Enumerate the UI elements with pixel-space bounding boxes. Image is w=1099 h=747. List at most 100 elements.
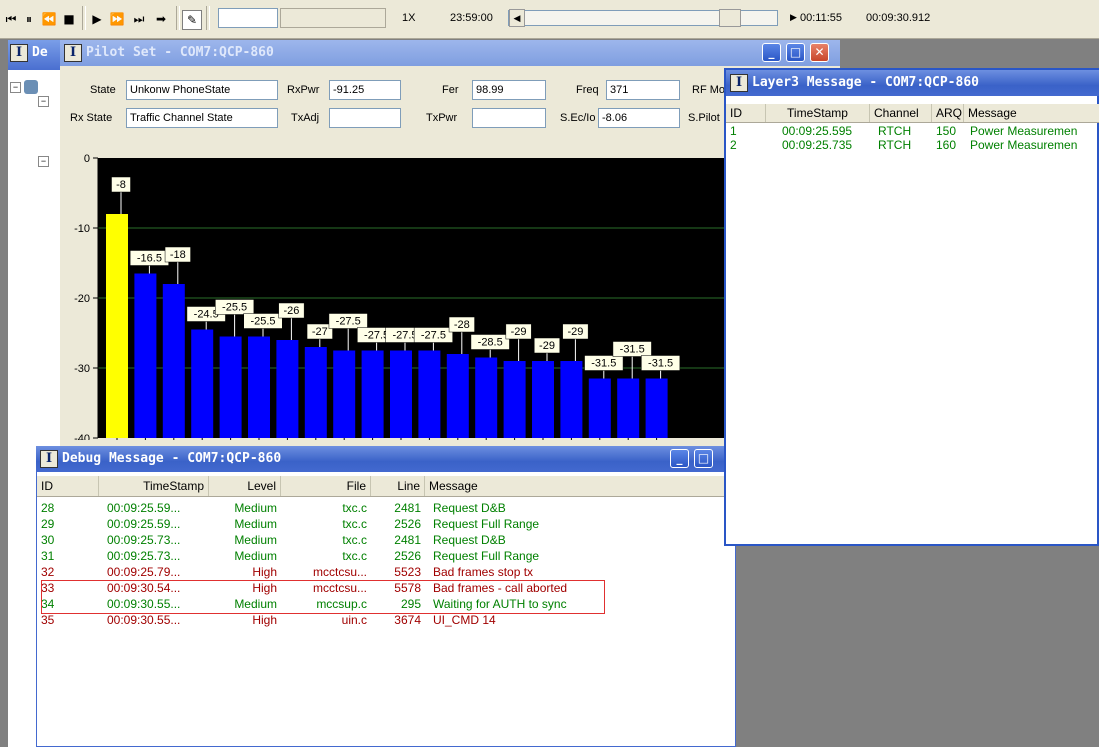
tree-expand-icon[interactable]: − bbox=[10, 82, 21, 93]
tree-window-titlebar[interactable]: I De bbox=[8, 40, 68, 70]
layer3-titlebar[interactable]: I Layer3 Message - COM7:QCP-860 bbox=[726, 70, 1099, 96]
stop-icon[interactable]: ■ bbox=[60, 10, 78, 28]
goto-icon[interactable]: ➡ bbox=[152, 10, 170, 28]
table-cell-id: 35 bbox=[41, 613, 55, 627]
elapsed-time: 00:11:55 bbox=[800, 12, 843, 24]
column-header-line[interactable]: Line bbox=[371, 476, 425, 496]
table-cell-file: txc.c bbox=[342, 533, 367, 547]
toolbar-separator bbox=[176, 6, 180, 30]
table-cell-level: High bbox=[252, 581, 277, 595]
timeline-scrollbar[interactable]: ◀ bbox=[508, 9, 778, 27]
column-header-id[interactable]: ID bbox=[37, 476, 99, 496]
pause-icon[interactable]: ⏸ bbox=[20, 10, 38, 28]
speed-slider[interactable] bbox=[280, 8, 386, 28]
column-header-file[interactable]: File bbox=[281, 476, 371, 496]
column-header-id[interactable]: ID bbox=[726, 104, 766, 122]
debug-list[interactable]: 28 00:09:25.59... Medium txc.c 2481 Request D… bbox=[37, 500, 735, 700]
column-header-message[interactable]: Message bbox=[964, 104, 1099, 122]
toolbar-separator bbox=[206, 6, 210, 30]
maximize-icon[interactable]: □ bbox=[786, 43, 805, 62]
table-cell-line: 2481 bbox=[394, 533, 421, 547]
table-cell-file: uin.c bbox=[341, 613, 367, 627]
step-icon[interactable]: ⏭ bbox=[130, 10, 148, 28]
debug-title: Debug Message - COM7:QCP-860 bbox=[62, 451, 282, 466]
table-row[interactable]: 31 00:09:25.73... Medium txc.c 2526 Request F… bbox=[37, 548, 735, 564]
minimize-icon[interactable]: _ bbox=[762, 43, 781, 62]
rxpwr-field[interactable]: -91.25 bbox=[329, 80, 401, 100]
pen-icon[interactable]: ✎ bbox=[182, 10, 202, 30]
scroll-left-icon[interactable]: ◀ bbox=[509, 9, 525, 27]
first-icon[interactable]: ⏮ bbox=[2, 10, 20, 28]
chart-bar bbox=[475, 357, 498, 438]
table-row[interactable]: 29 00:09:25.59... Medium txc.c 2526 Request F… bbox=[37, 516, 735, 532]
table-cell-line: 5523 bbox=[394, 565, 421, 579]
pilot-strength-chart: 0-10-20-30-40-8-16.5 -18-24.5-25.5-25.5-2… bbox=[74, 153, 738, 440]
speed-slider-left[interactable] bbox=[218, 8, 278, 28]
table-cell-ts: 00:09:25.735 bbox=[782, 138, 853, 152]
chart-bar bbox=[304, 347, 327, 438]
chart-bar bbox=[361, 350, 384, 438]
table-cell-level: High bbox=[252, 565, 277, 579]
chart-bar bbox=[162, 284, 185, 438]
table-cell-id: 34 bbox=[41, 597, 55, 611]
table-cell-msg: Bad frames stop tx bbox=[433, 565, 534, 579]
chart-y-tick-label: -40 bbox=[74, 433, 90, 440]
close-icon[interactable]: ✕ bbox=[810, 43, 829, 62]
table-cell-file: mccsup.c bbox=[316, 597, 367, 611]
layer3-list-header: ID TimeStamp Channel ARQ Message bbox=[726, 104, 1099, 123]
state-field[interactable]: Unkonw PhoneState bbox=[126, 80, 278, 100]
fast-forward-icon[interactable]: ⏩ bbox=[108, 10, 126, 28]
tree-expand-icon[interactable]: − bbox=[38, 156, 49, 167]
table-row[interactable]: 2 00:09:25.735 RTCH 160 Power Measuremen bbox=[726, 138, 1099, 152]
table-row[interactable]: 28 00:09:25.59... Medium txc.c 2481 Request D… bbox=[37, 500, 735, 516]
play-icon[interactable]: ▶ bbox=[88, 10, 106, 28]
secio-label: S.Ec/Io bbox=[560, 112, 596, 124]
column-header-channel[interactable]: Channel bbox=[870, 104, 932, 122]
table-row[interactable]: 1 00:09:25.595 RTCH 150 Power Measuremen bbox=[726, 124, 1099, 138]
column-header-message[interactable]: Message bbox=[425, 476, 735, 496]
maximize-icon[interactable]: □ bbox=[694, 449, 713, 468]
txadj-field[interactable] bbox=[329, 108, 401, 128]
chart-data-label: -24.5 bbox=[194, 309, 219, 321]
table-cell-level: Medium bbox=[234, 501, 277, 515]
play-marker-icon: ▶ bbox=[790, 12, 797, 22]
column-header-level[interactable]: Level bbox=[209, 476, 281, 496]
chart-data-label: -26 bbox=[283, 305, 299, 317]
freq-field[interactable]: 371 bbox=[606, 80, 680, 100]
table-row[interactable]: 32 00:09:25.79... High mcctcsu... 5523 Bad fr… bbox=[37, 564, 735, 580]
table-cell-file: txc.c bbox=[342, 501, 367, 515]
chart-bar bbox=[276, 340, 299, 438]
chart-bar bbox=[248, 336, 270, 438]
freq-label: Freq bbox=[576, 84, 599, 96]
txpwr-label: TxPwr bbox=[426, 112, 458, 124]
column-header-timestamp[interactable]: TimeStamp bbox=[766, 104, 870, 122]
chart-data-label: -28 bbox=[454, 319, 470, 331]
fer-field[interactable]: 98.99 bbox=[472, 80, 546, 100]
table-cell-msg: Request D&B bbox=[433, 533, 506, 547]
speed-label: 1X bbox=[402, 12, 416, 24]
table-cell-id: 33 bbox=[41, 581, 55, 595]
fer-label: Fer bbox=[442, 84, 459, 96]
rewind-icon[interactable]: ⏪ bbox=[40, 10, 58, 28]
rxstate-field[interactable]: Traffic Channel State bbox=[126, 108, 278, 128]
column-header-arq[interactable]: ARQ bbox=[932, 104, 964, 122]
txpwr-field[interactable] bbox=[472, 108, 546, 128]
minimize-icon[interactable]: _ bbox=[670, 449, 689, 468]
timestamp-label: 00:09:30.912 bbox=[866, 12, 931, 24]
pilot-set-titlebar[interactable]: I Pilot Set - COM7:QCP-860 _ □ ✕ bbox=[60, 40, 840, 66]
table-cell-file: txc.c bbox=[342, 517, 367, 531]
chart-y-tick-label: -10 bbox=[74, 223, 90, 235]
table-row[interactable]: 33 00:09:30.54... High mcctcsu... 5578 Bad fr… bbox=[37, 580, 735, 596]
tree-expand-icon[interactable]: − bbox=[38, 96, 49, 107]
secio-field[interactable]: -8.06 bbox=[598, 108, 680, 128]
app-icon: I bbox=[730, 74, 748, 92]
debug-titlebar[interactable]: I Debug Message - COM7:QCP-860 _ □ bbox=[36, 446, 736, 472]
table-cell-ts: 00:09:25.79... bbox=[107, 565, 181, 579]
column-header-timestamp[interactable]: TimeStamp bbox=[99, 476, 209, 496]
layer3-list[interactable]: 1 00:09:25.595 RTCH 150 Power Measuremen 2 00:… bbox=[726, 124, 1099, 184]
table-row[interactable]: 35 00:09:30.55... High uin.c 3674 UI_CMD 14 bbox=[37, 612, 735, 628]
table-row[interactable]: 30 00:09:25.73... Medium txc.c 2481 Request D… bbox=[37, 532, 735, 548]
scroll-thumb[interactable] bbox=[719, 9, 741, 27]
table-row[interactable]: 34 00:09:30.55... Medium mccsup.c 295 Waiting… bbox=[37, 596, 735, 612]
chart-data-label: -25.5 bbox=[222, 302, 247, 314]
